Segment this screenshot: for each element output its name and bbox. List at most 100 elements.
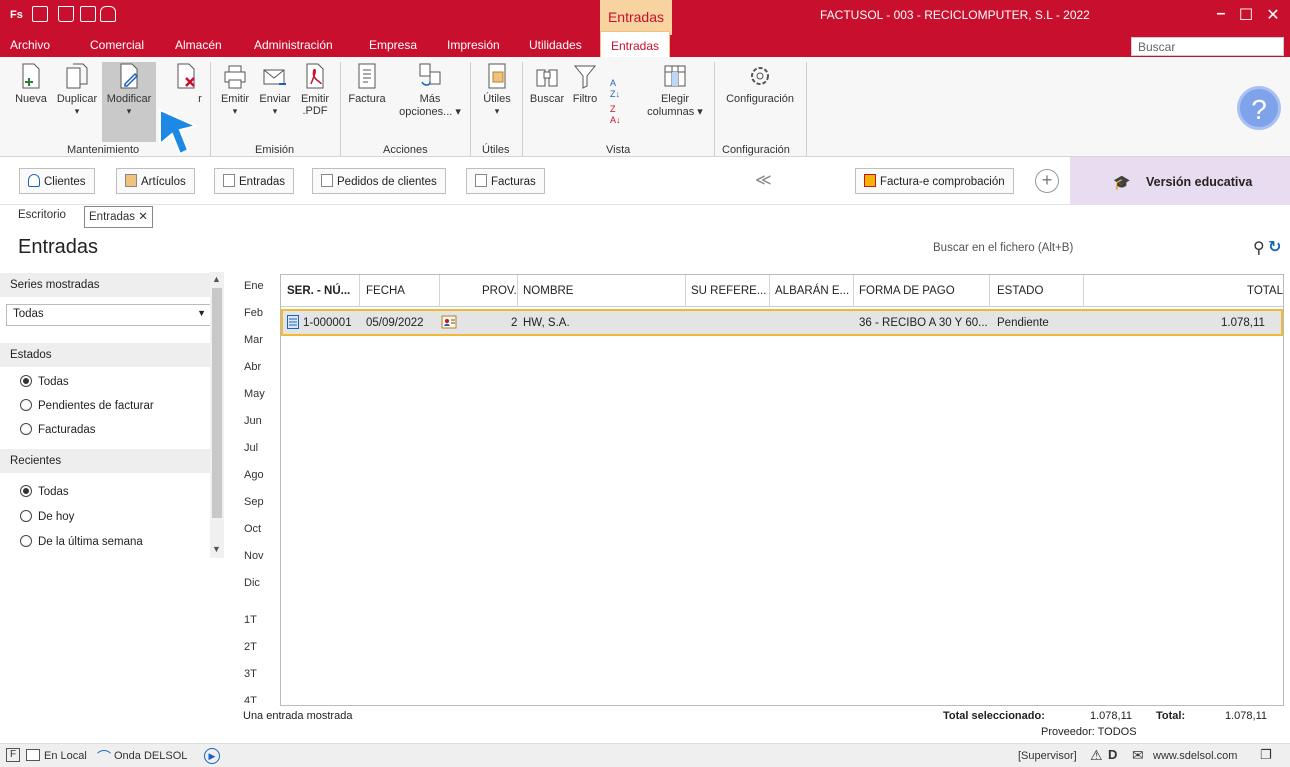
utiles-button[interactable]: Útiles ▾ — [476, 62, 518, 142]
quick-access-open-icon[interactable] — [80, 6, 96, 22]
nueva-button[interactable]: Nueva — [8, 62, 54, 120]
factura-button[interactable]: Factura — [344, 62, 390, 120]
minimize-button[interactable]: – — [1208, 5, 1234, 23]
modificar-button[interactable]: Modificar ▾ — [102, 62, 156, 142]
col-albaran[interactable]: ALBARÁN E... — [775, 285, 849, 297]
contact-card-icon[interactable] — [441, 314, 457, 333]
menu-utilidades[interactable]: Utilidades — [529, 38, 582, 52]
maximize-button[interactable]: ☐ — [1233, 5, 1259, 25]
quick-access-lock-icon[interactable] — [100, 6, 116, 22]
radio-recientes-hoy[interactable]: De hoy — [20, 510, 74, 523]
col-divider — [989, 275, 990, 307]
scroll-thumb[interactable] — [212, 288, 222, 518]
help-icon[interactable]: ? — [1237, 86, 1281, 130]
search-icon[interactable]: ⚲ — [1253, 238, 1265, 258]
radio-estado-todas[interactable]: Todas — [20, 375, 69, 388]
col-forma-pago[interactable]: FORMA DE PAGO — [859, 285, 955, 297]
global-search-input[interactable]: Buscar — [1131, 37, 1284, 56]
month-filter[interactable]: Jun — [244, 415, 262, 427]
page-title: Entradas — [18, 236, 99, 258]
tab-escritorio[interactable]: Escritorio — [18, 209, 66, 221]
warning-icon[interactable]: ⚠ — [1090, 747, 1103, 764]
quarter-filter[interactable]: 3T — [244, 668, 257, 680]
menu-entradas[interactable]: Entradas — [600, 31, 671, 57]
quarter-filter[interactable]: 4T — [244, 695, 257, 703]
play-icon[interactable]: ▶ — [204, 748, 220, 764]
col-serie-numero[interactable]: SER. - NÚ... — [287, 285, 350, 297]
quick-access-grid-icon[interactable] — [32, 6, 48, 22]
sort-ascending-icon[interactable]: A Z↓ — [610, 78, 620, 100]
month-filter[interactable]: Ene — [244, 280, 264, 292]
month-filter[interactable]: Nov — [244, 550, 264, 562]
menu-almacen[interactable]: Almacén — [175, 38, 222, 52]
elegir-columnas-button[interactable]: Elegir columnas ▾ — [640, 62, 710, 142]
table-row[interactable]: 1-000001 05/09/2022 2 HW, S.A. 36 - RECI… — [281, 309, 1283, 336]
quick-access-export-icon[interactable] — [58, 6, 74, 22]
col-su-referencia[interactable]: SU REFERE... — [691, 285, 766, 297]
series-select[interactable]: Todas ▼ — [6, 304, 212, 326]
quarter-filter[interactable]: 1T — [244, 614, 257, 626]
f-icon[interactable]: F — [6, 748, 20, 762]
mail-icon[interactable]: ✉ — [1132, 747, 1144, 764]
radio-recientes-semana[interactable]: De la última semana — [20, 535, 143, 548]
month-filter[interactable]: Dic — [244, 577, 260, 589]
radio-label: De la última semana — [38, 536, 143, 548]
enviar-button[interactable]: Enviar ▾ — [256, 62, 294, 142]
col-total[interactable]: TOTAL — [1247, 285, 1283, 297]
menu-archivo[interactable]: Archivo — [10, 38, 50, 52]
file-search-input[interactable]: Buscar en el fichero (Alt+B) — [933, 242, 1073, 254]
tab-entradas[interactable]: Entradas ✕ — [84, 206, 153, 228]
col-nombre[interactable]: NOMBRE — [523, 285, 573, 297]
collapse-chevron-icon[interactable]: ≪ — [755, 170, 772, 190]
chat-icon[interactable]: ❐ — [1260, 747, 1272, 763]
chevron-down-icon: ▾ — [232, 106, 238, 116]
emitir-button[interactable]: Emitir ▾ — [216, 62, 254, 142]
quarter-filter[interactable]: 2T — [244, 641, 257, 653]
duplicar-button[interactable]: Duplicar ▾ — [53, 62, 101, 142]
factura-e-button[interactable]: Factura-e comprobación — [855, 168, 1014, 194]
website-link[interactable]: www.sdelsol.com — [1153, 750, 1237, 762]
radio-estado-facturadas[interactable]: Facturadas — [20, 423, 96, 436]
add-shortcut-icon[interactable]: + — [1035, 169, 1059, 193]
filters-scrollbar[interactable]: ▲ ▼ — [210, 272, 224, 558]
col-estado[interactable]: ESTADO — [997, 285, 1043, 297]
month-filter[interactable]: Feb — [244, 307, 263, 319]
chevron-down-icon: ▾ — [494, 106, 500, 116]
total-label: Total: — [1156, 710, 1186, 722]
menu-empresa[interactable]: Empresa — [369, 38, 417, 52]
col-fecha[interactable]: FECHA — [366, 285, 405, 297]
col-prov[interactable]: PROV. — [482, 285, 517, 297]
scroll-down-icon[interactable]: ▼ — [212, 544, 221, 554]
refresh-icon[interactable]: ↻ — [1268, 237, 1281, 257]
proveedor-filter: Proveedor: TODOS — [1041, 726, 1137, 738]
filtro-button[interactable]: Filtro — [568, 62, 602, 120]
month-filter[interactable]: Sep — [244, 496, 264, 508]
close-tab-icon[interactable]: ✕ — [138, 211, 148, 223]
shortcut-facturas[interactable]: Facturas — [466, 168, 545, 194]
scroll-up-icon[interactable]: ▲ — [212, 274, 221, 284]
month-filter[interactable]: Ago — [244, 469, 264, 481]
onda-label[interactable]: Onda DELSOL — [114, 750, 187, 762]
shortcut-pedidos[interactable]: Pedidos de clientes — [312, 168, 446, 194]
menu-administracion[interactable]: Administración — [254, 38, 333, 52]
mas-opciones-button[interactable]: Más opciones... ▾ — [394, 62, 466, 142]
shortcut-clientes[interactable]: Clientes — [19, 168, 95, 194]
radio-estado-pendientes[interactable]: Pendientes de facturar — [20, 399, 154, 412]
month-filter[interactable]: Jul — [244, 442, 258, 454]
shortcut-entradas[interactable]: Entradas — [214, 168, 295, 194]
menu-comercial[interactable]: Comercial — [90, 38, 144, 52]
buscar-button[interactable]: Buscar — [526, 62, 568, 120]
close-button[interactable]: ✕ — [1260, 5, 1286, 25]
shortcut-articulos[interactable]: Artículos — [116, 168, 195, 194]
sort-descending-icon[interactable]: Z A↓ — [610, 104, 621, 126]
month-filter[interactable]: Abr — [244, 361, 261, 373]
menu-impresion[interactable]: Impresión — [447, 38, 500, 52]
local-label[interactable]: En Local — [44, 750, 87, 762]
month-filter[interactable]: Mar — [244, 334, 263, 346]
radio-recientes-todas[interactable]: Todas — [20, 485, 69, 498]
month-filter[interactable]: May — [244, 388, 265, 400]
month-filter[interactable]: Oct — [244, 523, 261, 535]
radio-dot — [20, 399, 32, 411]
emitir-pdf-button[interactable]: Emitir .PDF — [296, 62, 334, 142]
configuracion-button[interactable]: Configuración — [718, 62, 802, 120]
